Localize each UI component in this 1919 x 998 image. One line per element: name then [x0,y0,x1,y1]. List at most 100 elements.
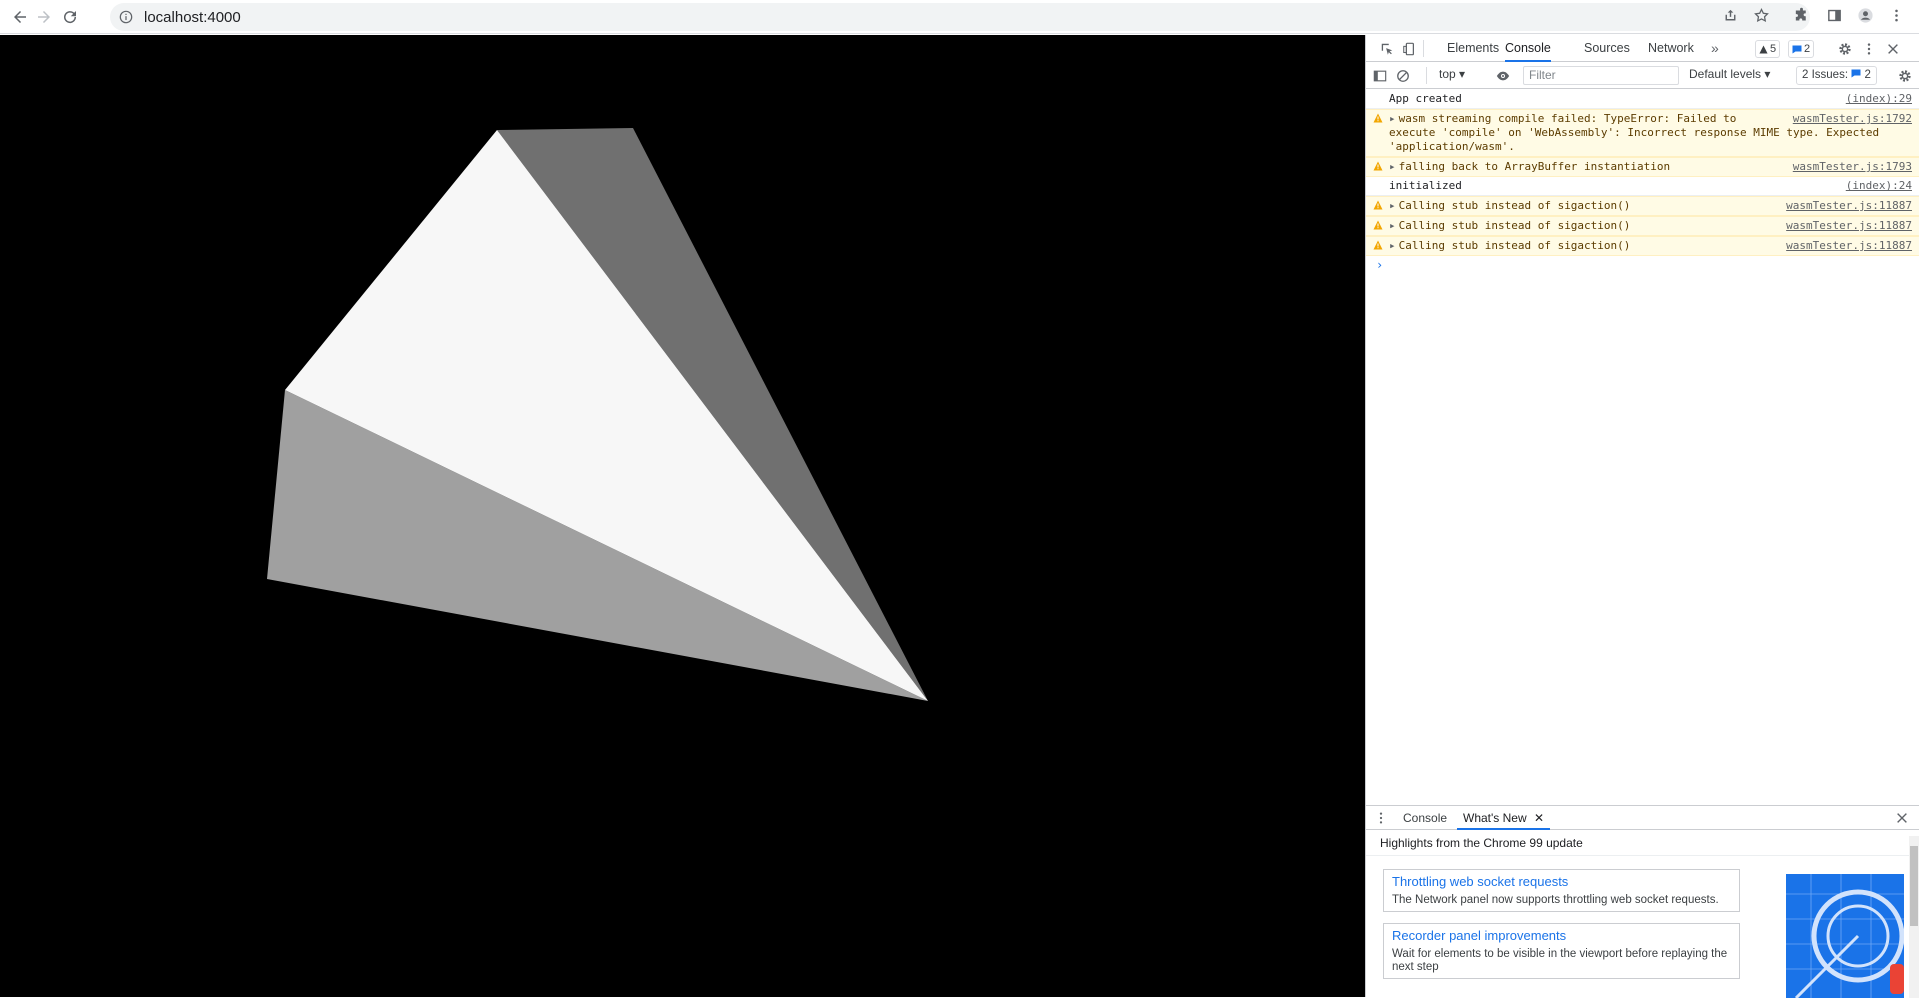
warning-icon [1373,113,1383,123]
expand-triangle-icon[interactable]: ▸ [1389,219,1396,232]
scrollbar-thumb[interactable] [1910,846,1918,926]
message-text: Calling stub instead of sigaction() [1398,239,1631,252]
message-text: App created [1389,92,1462,105]
arrow-left-icon [14,11,26,23]
message-icon [1851,69,1861,78]
side-panel-icon[interactable] [1822,3,1846,27]
address-bar[interactable]: localhost:4000 [110,3,1810,31]
message-icon [1792,45,1802,53]
messages-badge[interactable]: 2 [1788,40,1815,58]
url-text: localhost:4000 [144,8,241,26]
console-toolbar: top ▾ Filter Default levels ▾ 2 Issues: … [1366,62,1919,89]
clear-console-icon[interactable] [1394,67,1412,85]
tab-elements[interactable]: Elements [1447,35,1499,62]
devtools-drawer: Console What's New ✕ Highlights from the… [1366,805,1919,998]
pyramid-render [267,128,928,701]
warning-icon [1373,240,1383,250]
message-source-link[interactable]: (index):29 [1846,92,1912,106]
card-description: The Network panel now supports throttlin… [1392,894,1719,906]
message-source-link[interactable]: wasmTester.js:1792 [1793,112,1912,126]
console-warning-row[interactable]: wasmTester.js:11887 ▸ Calling stub instead… [1366,216,1919,236]
expand-triangle-icon[interactable]: ▸ [1389,112,1396,125]
console-prompt[interactable]: › [1366,256,1919,274]
console-log-row[interactable]: (index):29 App created [1366,90,1919,109]
issues-label: 2 Issues: [1802,69,1849,81]
close-drawer-icon[interactable] [1893,809,1911,827]
card-title[interactable]: Recorder panel improvements [1392,928,1731,944]
close-devtools-icon[interactable] [1884,40,1902,58]
whats-new-illustration [1786,874,1904,998]
console-messages: (index):29 App created wasmTester.js:1792 ▸… [1366,90,1919,274]
warnings-count: 5 [1770,43,1777,55]
message-text: falling back to ArrayBuffer instantiatio… [1398,160,1671,173]
tab-console[interactable]: Console [1505,35,1551,62]
message-source-link[interactable]: (index):24 [1846,179,1912,193]
console-log-row[interactable]: (index):24 initialized [1366,177,1919,196]
console-warning-row[interactable]: wasmTester.js:1792 ▸ wasm streaming compil… [1366,109,1919,157]
filter-input[interactable]: Filter [1523,66,1679,85]
browser-toolbar: localhost:4000 [0,0,1919,34]
log-levels-select[interactable]: Default levels ▾ [1689,67,1770,81]
devtools-menu-icon[interactable] [1860,40,1878,58]
console-sidebar-icon[interactable] [1371,67,1389,85]
browser-menu-icon[interactable] [1884,3,1908,27]
context-value: top [1439,67,1456,81]
reload-button[interactable] [58,5,82,29]
console-warning-row[interactable]: wasmTester.js:11887 ▸ Calling stub instead… [1366,236,1919,256]
levels-label: Default levels [1689,67,1762,81]
drawer-menu-icon[interactable] [1372,809,1390,827]
message-source-link[interactable]: wasmTester.js:11887 [1786,199,1912,213]
extensions-puzzle-icon[interactable] [1789,3,1813,27]
message-text: initialized [1389,179,1462,192]
settings-gear-icon[interactable] [1836,40,1854,58]
separator [1423,40,1424,57]
warnings-badge[interactable]: 5 [1755,40,1781,58]
share-icon[interactable] [1718,3,1742,27]
inspect-element-icon[interactable] [1378,40,1396,58]
expand-triangle-icon[interactable]: ▸ [1389,199,1396,212]
warning-icon [1373,161,1383,171]
bookmark-star-icon[interactable] [1749,3,1773,27]
message-source-link[interactable]: wasmTester.js:11887 [1786,239,1912,253]
context-select[interactable]: top ▾ [1439,67,1465,81]
site-info-icon[interactable] [118,9,134,25]
whats-new-label: What's New [1463,811,1527,825]
close-tab-icon[interactable]: ✕ [1534,811,1544,825]
drawer-tab-console[interactable]: Console [1403,806,1447,830]
whats-new-card[interactable]: Throttling web socket requests The Netwo… [1383,869,1740,912]
expand-triangle-icon[interactable]: ▸ [1389,160,1396,173]
console-warning-row[interactable]: wasmTester.js:11887 ▸ Calling stub instead… [1366,196,1919,216]
issues-count: 2 [1864,69,1871,81]
message-source-link[interactable]: wasmTester.js:1793 [1793,160,1912,174]
more-tabs-chevron-icon[interactable]: » [1711,35,1719,62]
messages-count: 2 [1804,43,1811,55]
render-canvas[interactable] [0,35,1365,997]
card-description: Wait for elements to be visible in the v… [1392,948,1728,973]
issues-button[interactable]: 2 Issues: 2 [1796,66,1877,85]
console-warning-row[interactable]: wasmTester.js:1793 ▸ falling back to Array… [1366,157,1919,177]
device-toolbar-icon[interactable] [1400,40,1418,58]
separator [1426,67,1427,84]
drawer-tab-whats-new[interactable]: What's New ✕ [1457,806,1551,830]
tab-sources[interactable]: Sources [1584,35,1630,62]
forward-button[interactable] [32,5,56,29]
console-settings-gear-icon[interactable] [1896,67,1914,85]
tab-network[interactable]: Network [1648,35,1694,62]
warning-icon [1373,200,1383,210]
warning-icon [1373,220,1383,230]
devtools-panel: Elements Console Sources Network » 5 2 t… [1365,35,1919,998]
drawer-scrollbar[interactable] [1909,836,1919,998]
expand-triangle-icon[interactable]: ▸ [1389,239,1396,252]
live-expression-eye-icon[interactable] [1494,67,1512,85]
message-source-link[interactable]: wasmTester.js:11887 [1786,219,1912,233]
drawer-tabs: Console What's New ✕ [1366,806,1919,830]
whats-new-header: Highlights from the Chrome 99 update [1366,830,1919,856]
reload-icon [64,11,77,24]
message-text: Calling stub instead of sigaction() [1398,219,1631,232]
whats-new-card[interactable]: Recorder panel improvements Wait for ele… [1383,923,1740,979]
message-text: Calling stub instead of sigaction() [1398,199,1631,212]
warning-icon [1759,44,1768,54]
card-title[interactable]: Throttling web socket requests [1392,874,1731,890]
profile-avatar-icon[interactable] [1853,3,1877,27]
back-button[interactable] [8,5,32,29]
